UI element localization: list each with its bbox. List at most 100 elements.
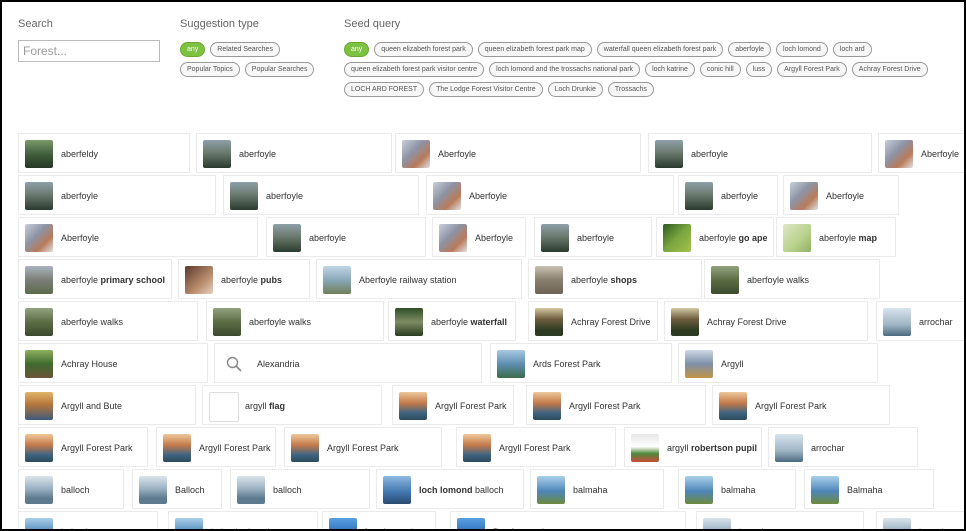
seed-chip-aberfoyle[interactable]: aberfoyle — [728, 42, 772, 57]
seed-chip-conic-hill[interactable]: conic hill — [699, 62, 741, 77]
suggestion-card[interactable]: ben lomond — [322, 511, 436, 529]
house-thumbnail — [885, 140, 913, 168]
suggestion-card[interactable]: Argyll Forest Park — [392, 385, 514, 425]
suggestion-card[interactable]: aberfoyle map — [776, 217, 896, 257]
suggestion-card[interactable]: aberfoyle — [266, 217, 426, 257]
suggestion-card[interactable]: aberfoyle — [223, 175, 419, 215]
suggestion-text: Alexandria — [257, 344, 477, 382]
suggestion-card[interactable]: Achray House — [18, 343, 208, 383]
suggestion-card[interactable]: Achray Forest Drive — [664, 301, 868, 341]
suggestion-card[interactable]: aberfoyle — [648, 133, 872, 173]
suggestion-card[interactable]: balloch — [230, 469, 370, 509]
suggestion-card[interactable]: Argyll Forest Park — [284, 427, 442, 467]
suggestion-card[interactable]: balmaha — [18, 511, 158, 529]
suggestion-card[interactable]: Aberfoyle — [783, 175, 899, 215]
seed-chip-luss[interactable]: luss — [745, 62, 773, 77]
suggestion-card[interactable]: balmaha — [530, 469, 664, 509]
suggestion-card[interactable]: arrochar — [768, 427, 918, 467]
suggestion-card[interactable]: Argyll Forest Park — [526, 385, 706, 425]
suggestion-card[interactable]: Argyll — [678, 343, 878, 383]
suggestion-highlight-text: flag — [269, 401, 286, 411]
suggestion-card[interactable]: loch lomond balloch — [376, 469, 524, 509]
suggestion-base-text: Ben Lomond — [493, 527, 544, 529]
suggestion-card[interactable]: arrochar — [876, 301, 964, 341]
hill-thumbnail — [25, 182, 53, 210]
seed-chip-argyll-forest-park[interactable]: Argyll Forest Park — [777, 62, 847, 77]
suggestion-card[interactable]: Ben Lomond — [450, 511, 686, 529]
suggestion-text: Achray Forest Drive — [707, 302, 863, 340]
suggestion-highlight-text: map — [858, 233, 878, 243]
type-chip-related-searches[interactable]: Related Searches — [210, 42, 280, 57]
suggestion-base-text: aberfoyle — [691, 149, 729, 159]
seed-chip-queen-elizabeth-forest-park-map[interactable]: queen elizabeth forest park map — [477, 42, 592, 57]
suggestion-base-text: lomond — [384, 527, 414, 529]
suggestion-card[interactable]: aberfoyle shops — [528, 259, 702, 299]
suggestion-card[interactable]: Argyll Forest Park — [456, 427, 616, 467]
suggestion-card[interactable]: Ards Forest Park — [490, 343, 672, 383]
suggestion-card[interactable]: Achray Forest Drive — [528, 301, 658, 341]
seed-chip-achray-forest-drive[interactable]: Achray Forest Drive — [851, 62, 928, 77]
suggestion-card[interactable]: Aberfoyle — [426, 175, 674, 215]
suggestion-card[interactable]: aberfoyle go ape — [656, 217, 774, 257]
seed-chip-loch-drunkie[interactable]: Loch Drunkie — [547, 82, 603, 97]
suggestion-card[interactable]: ben a'an — [876, 511, 964, 529]
hill-thumbnail — [655, 140, 683, 168]
suggestion-card[interactable]: aberfoyle — [196, 133, 392, 173]
suggestion-text: Aberfoyle railway station — [359, 260, 517, 298]
search-input[interactable] — [18, 40, 160, 62]
suggestion-card[interactable]: aberfoyle walks — [704, 259, 880, 299]
suggestion-card[interactable]: Argyll Forest Park — [156, 427, 276, 467]
seed-chip-the-lodge-forest-visitor-centre[interactable]: The Lodge Forest Visitor Centre — [429, 82, 543, 97]
suggestion-base-text: Argyll and Bute — [61, 401, 123, 411]
seed-chip-waterfall-queen-elizabeth-forest-park[interactable]: waterfall queen elizabeth forest park — [596, 42, 724, 57]
suggestion-card[interactable]: aberfoyle pubs — [178, 259, 310, 299]
seed-chip-loch-ard-forest[interactable]: LOCH ARD FOREST — [344, 82, 425, 97]
hill-thumbnail — [273, 224, 301, 252]
type-chip-any[interactable]: any — [180, 42, 206, 57]
suggestion-card[interactable]: Aberfoyle — [395, 133, 641, 173]
suggestion-card[interactable]: aberfoyle primary school — [18, 259, 172, 299]
seed-chip-any[interactable]: any — [344, 42, 370, 57]
suggestion-card[interactable]: Aberfoyle railway station — [316, 259, 522, 299]
suggestion-base-text: aberfeldy — [61, 149, 99, 159]
suggestion-base-text: Argyll — [721, 359, 744, 369]
suggestion-card[interactable]: aberfoyle walks — [18, 301, 198, 341]
seed-chip-queen-elizabeth-forest-park[interactable]: queen elizabeth forest park — [374, 42, 473, 57]
suggestion-card[interactable]: ben a'an — [696, 511, 864, 529]
suggestion-card[interactable]: aberfoyle — [678, 175, 778, 215]
suggestion-card[interactable]: argyll flag — [202, 385, 382, 425]
suggestion-text: Argyll and Bute — [61, 386, 191, 424]
seed-chip-queen-elizabeth-forest-park-visitor-centre[interactable]: queen elizabeth forest park visitor cent… — [344, 62, 485, 77]
seed-chip-loch-lomond[interactable]: loch lomond — [776, 42, 828, 57]
suggestion-card[interactable]: Aberfoyle — [18, 217, 258, 257]
suggestion-card[interactable]: balmaha beach — [168, 511, 318, 529]
suggestion-card[interactable]: Aberfoyle — [432, 217, 526, 257]
suggestion-base-text: ben a'an — [919, 527, 953, 529]
suggestion-card[interactable]: aberfeldy — [18, 133, 190, 173]
suggestion-card[interactable]: aberfoyle walks — [206, 301, 384, 341]
suggestion-card[interactable]: Argyll Forest Park — [18, 427, 148, 467]
suggestion-card[interactable]: Balloch — [132, 469, 222, 509]
suggestion-base-text: balmaha — [721, 485, 756, 495]
type-chip-popular-topics[interactable]: Popular Topics — [180, 62, 240, 77]
suggestion-card[interactable]: balmaha — [678, 469, 796, 509]
suggestion-card[interactable]: balloch — [18, 469, 124, 509]
seed-chip-loch-ard[interactable]: loch ard — [832, 42, 872, 57]
suggestion-card[interactable]: aberfoyle — [534, 217, 652, 257]
suggestion-card[interactable]: Alexandria — [214, 343, 482, 383]
type-chip-popular-searches[interactable]: Popular Searches — [244, 62, 315, 77]
suggestion-card[interactable]: Balmaha — [804, 469, 934, 509]
suggestion-card[interactable]: aberfoyle waterfall — [388, 301, 516, 341]
suggestion-card[interactable]: aberfoyle — [18, 175, 216, 215]
suggestion-card[interactable]: Argyll and Bute — [18, 385, 196, 425]
suggestion-card[interactable]: Aberfoyle — [878, 133, 964, 173]
suggestion-base-text: Aberfoyle — [921, 149, 960, 159]
suggestion-text: aberfoyle — [239, 134, 387, 172]
suggestion-text: aberfoyle go ape — [699, 218, 769, 256]
seed-chip-trossachs[interactable]: Trossachs — [607, 82, 654, 97]
map-thumbnail — [783, 224, 811, 252]
suggestion-card[interactable]: Argyll Forest Park — [712, 385, 890, 425]
seed-chip-loch-katrine[interactable]: loch katrine — [645, 62, 695, 77]
suggestion-card[interactable]: argyll robertson pupil — [624, 427, 762, 467]
seed-chip-loch-lomond-and-the-trossachs-national-park[interactable]: loch lomond and the trossachs national p… — [489, 62, 641, 77]
